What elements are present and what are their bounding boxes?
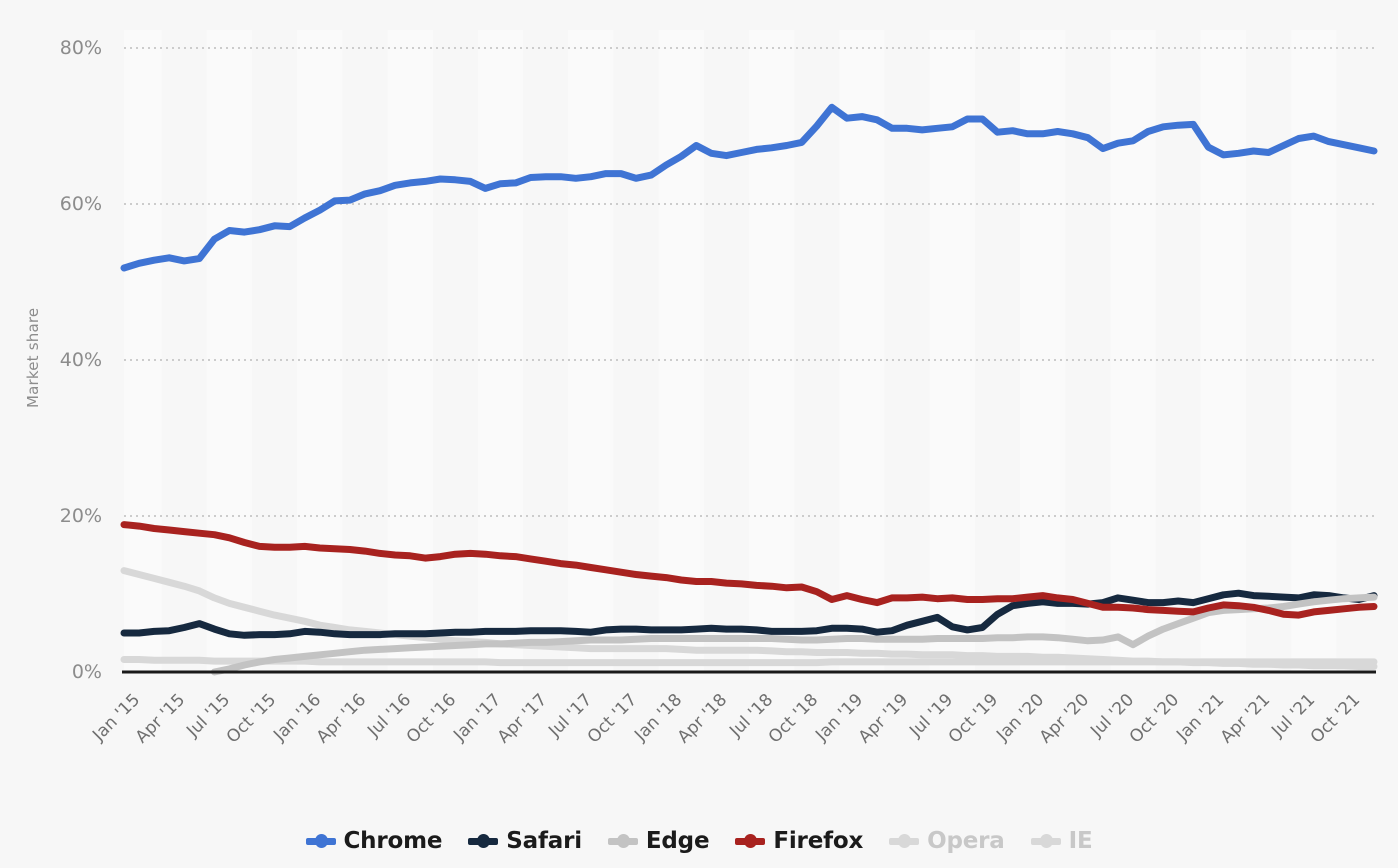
legend-label: Safari: [506, 828, 582, 854]
legend-marker-icon: [1030, 832, 1061, 850]
legend-label: Chrome: [343, 828, 443, 854]
legend-item-chrome[interactable]: Chrome: [305, 828, 443, 854]
browser-market-share-chart: Market share 0% 20% 40% 60% 80% Jan '15 Apr '…: [0, 0, 1398, 868]
legend-label: Opera: [927, 828, 1005, 854]
legend-label: Firefox: [773, 828, 864, 854]
legend-marker-icon: [889, 832, 920, 850]
chart-legend: Chrome Safari Edge Firefox Opera IE: [0, 828, 1398, 854]
legend-marker-icon: [735, 832, 766, 850]
legend-marker-icon: [607, 832, 638, 850]
legend-marker-icon: [468, 832, 499, 850]
legend-item-opera[interactable]: Opera: [889, 828, 1005, 854]
legend-marker-icon: [305, 832, 336, 850]
legend-item-firefox[interactable]: Firefox: [735, 828, 863, 854]
legend-item-safari[interactable]: Safari: [468, 828, 582, 854]
legend-item-ie[interactable]: IE: [1030, 828, 1093, 854]
legend-item-edge[interactable]: Edge: [607, 828, 710, 854]
legend-label: Edge: [645, 828, 710, 854]
legend-label: IE: [1068, 828, 1093, 854]
